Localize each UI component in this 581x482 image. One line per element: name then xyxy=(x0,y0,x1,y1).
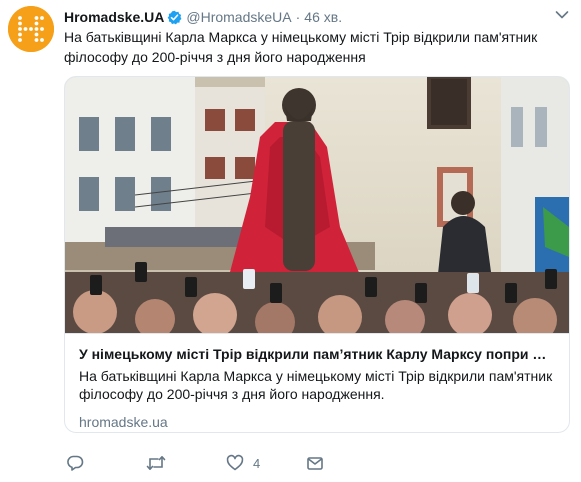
tweet-header: Hromadske.UA @HromadskeUA · 46 хв. xyxy=(64,8,342,26)
hromadske-logo-icon[interactable] xyxy=(8,6,54,52)
direct-message-button[interactable] xyxy=(306,452,324,474)
timestamp[interactable]: 46 хв. xyxy=(304,9,342,25)
verified-badge-icon xyxy=(167,10,182,25)
card-description: На батьківщині Карла Маркса у німецькому… xyxy=(79,368,553,402)
chevron-down-icon[interactable] xyxy=(555,10,569,20)
card-title[interactable]: У німецькому місті Трір відкрили пам’ятн… xyxy=(79,345,549,363)
link-card[interactable]: У німецькому місті Трір відкрили пам’ятн… xyxy=(64,76,570,433)
like-button[interactable]: 4 xyxy=(226,452,260,474)
tweet-actions: 4 xyxy=(64,452,364,474)
retweet-icon xyxy=(146,456,166,470)
heart-icon xyxy=(226,454,244,471)
card-body[interactable]: У німецькому місті Трір відкрили пам’ятн… xyxy=(65,333,569,432)
envelope-icon xyxy=(307,457,323,470)
separator: · xyxy=(295,9,301,25)
card-domain[interactable]: hromadske.ua xyxy=(79,413,555,431)
handle[interactable]: @HromadskeUA xyxy=(186,9,291,25)
card-image[interactable] xyxy=(65,77,569,333)
reply-icon xyxy=(67,455,84,471)
display-name[interactable]: Hromadske.UA xyxy=(64,9,164,25)
tweet-text: На батьківщині Карла Маркса у німецькому… xyxy=(64,29,538,65)
like-count: 4 xyxy=(253,455,261,471)
tweet[interactable]: Hromadske.UA @HromadskeUA · 46 хв. На ба… xyxy=(0,0,581,482)
reply-button[interactable] xyxy=(66,452,84,474)
retweet-button[interactable] xyxy=(146,452,166,474)
